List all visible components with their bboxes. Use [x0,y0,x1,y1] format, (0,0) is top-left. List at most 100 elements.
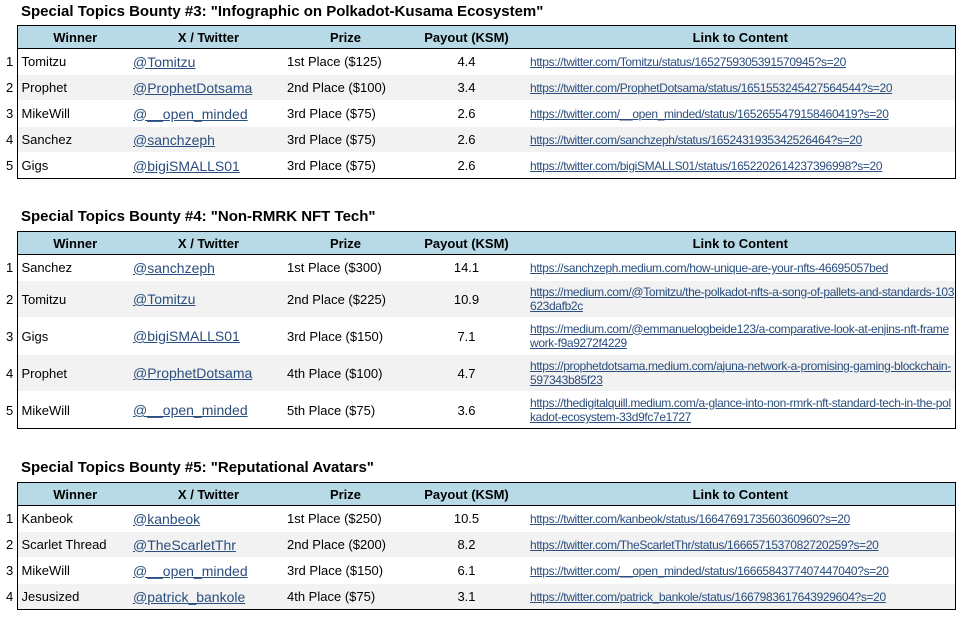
twitter-handle-link[interactable]: @sanchzeph [133,132,215,148]
payout-cell: 3.1 [407,583,526,610]
winner-cell: Prophet [16,354,133,392]
payout-cell: 4.7 [407,354,526,392]
handle-cell: @bigiSMALLS01 [133,317,284,355]
prize-header: Prize [284,25,407,49]
content-link[interactable]: https://thedigitalquill.medium.com/a-gla… [530,396,954,425]
twitter-handle-link[interactable]: @sanchzeph [133,260,215,276]
table-header-row: Winner X / Twitter Prize Payout (KSM) Link t… [0,25,956,49]
prize-header: Prize [284,231,407,255]
twitter-handle-link[interactable]: @Tomitzu [133,291,195,307]
twitter-handle-link[interactable]: @kanbeok [133,511,200,527]
table-row: 1 Tomitzu @Tomitzu 1st Place ($125) 4.4 https… [0,48,956,75]
link-cell: https://twitter.com/ProphetDotsama/statu… [526,74,956,101]
payout-cell: 2.6 [407,152,526,179]
table-header-row: Winner X / Twitter Prize Payout (KSM) Link t… [0,231,956,255]
winner-cell: MikeWill [16,557,133,584]
table-row: 4 Prophet @ProphetDotsama 4th Place ($100) 4… [0,354,956,392]
table-header-row: Winner X / Twitter Prize Payout (KSM) Link t… [0,482,956,506]
prize-header: Prize [284,482,407,506]
twitter-handle-link[interactable]: @__open_minded [133,563,248,579]
prize-cell: 4th Place ($75) [284,583,407,610]
bounty-table: Winner X / Twitter Prize Payout (KSM) Link t… [0,25,956,179]
twitter-handle-link[interactable]: @bigiSMALLS01 [133,328,240,344]
row-number: 1 [0,254,17,281]
link-cell: https://sanchzeph.medium.com/how-unique-… [526,254,956,281]
link-cell: https://thedigitalquill.medium.com/a-gla… [526,391,956,429]
link-cell: https://prophetdotsama.medium.com/ajuna-… [526,354,956,392]
content-link[interactable]: https://medium.com/@Tomitzu/the-polkadot… [530,285,954,314]
table-row: 1 Sanchez @sanchzeph 1st Place ($300) 14.1 ht… [0,254,956,281]
winner-cell: Gigs [16,152,133,179]
twitter-handle-link[interactable]: @__open_minded [133,402,248,418]
content-link[interactable]: https://medium.com/@emmanuelogbeide123/a… [530,322,954,351]
row-number: 2 [0,280,17,318]
winner-cell: Tomitzu [16,280,133,318]
winner-header: Winner [16,231,133,255]
row-number: 2 [0,74,17,101]
payout-cell: 3.4 [407,74,526,101]
prize-cell: 3rd Place ($150) [284,557,407,584]
content-link[interactable]: https://twitter.com/__open_minded/status… [530,107,889,121]
content-link[interactable]: https://prophetdotsama.medium.com/ajuna-… [530,359,954,388]
content-link[interactable]: https://twitter.com/__open_minded/status… [530,564,889,578]
twitter-handle-link[interactable]: @TheScarletThr [133,537,236,553]
content-link[interactable]: https://twitter.com/sanchzeph/status/165… [530,133,862,147]
link-header: Link to Content [526,25,956,49]
twitter-handle-link[interactable]: @Tomitzu [133,54,195,70]
twitter-handle-link[interactable]: @bigiSMALLS01 [133,158,240,174]
prize-cell: 1st Place ($250) [284,505,407,532]
payout-cell: 10.5 [407,505,526,532]
row-number: 3 [0,317,17,355]
content-link[interactable]: https://twitter.com/ProphetDotsama/statu… [530,81,893,95]
winner-cell: Sanchez [16,126,133,153]
table-row: 2 Tomitzu @Tomitzu 2nd Place ($225) 10.9 http… [0,280,956,318]
handle-header: X / Twitter [133,25,284,49]
link-cell: https://twitter.com/__open_minded/status… [526,100,956,127]
content-link[interactable]: https://sanchzeph.medium.com/how-unique-… [530,261,888,275]
prize-cell: 1st Place ($125) [284,48,407,75]
content-link[interactable]: https://twitter.com/Tomitzu/status/16527… [530,55,846,69]
row-index-header [0,25,17,49]
twitter-handle-link[interactable]: @patrick_bankole [133,589,245,605]
row-number: 1 [0,505,17,532]
handle-cell: @Tomitzu [133,280,284,318]
link-cell: https://twitter.com/bigiSMALLS01/status/… [526,152,956,179]
link-cell: https://twitter.com/patrick_bankole/stat… [526,583,956,610]
handle-cell: @patrick_bankole [133,583,284,610]
table-row: 3 MikeWill @__open_minded 3rd Place ($75) 2.… [0,100,956,127]
row-number: 5 [0,391,17,429]
twitter-handle-link[interactable]: @__open_minded [133,106,248,122]
payout-cell: 3.6 [407,391,526,429]
payout-cell: 8.2 [407,531,526,558]
winner-cell: Tomitzu [16,48,133,75]
link-header: Link to Content [526,231,956,255]
handle-cell: @sanchzeph [133,126,284,153]
prize-cell: 3rd Place ($75) [284,152,407,179]
winner-cell: Gigs [16,317,133,355]
twitter-handle-link[interactable]: @ProphetDotsama [133,365,252,381]
row-number: 3 [0,100,17,127]
content-link[interactable]: https://twitter.com/TheScarletThr/status… [530,538,879,552]
handle-cell: @ProphetDotsama [133,354,284,392]
row-number: 3 [0,557,17,584]
payout-cell: 6.1 [407,557,526,584]
payout-cell: 4.4 [407,48,526,75]
handle-cell: @Tomitzu [133,48,284,75]
winner-cell: Jesusized [16,583,133,610]
payout-header: Payout (KSM) [407,482,526,506]
content-link[interactable]: https://twitter.com/bigiSMALLS01/status/… [530,159,883,173]
prize-cell: 3rd Place ($150) [284,317,407,355]
row-number: 4 [0,583,17,610]
content-link[interactable]: https://twitter.com/kanbeok/status/16647… [530,512,850,526]
handle-cell: @__open_minded [133,391,284,429]
payout-cell: 7.1 [407,317,526,355]
content-link[interactable]: https://twitter.com/patrick_bankole/stat… [530,590,886,604]
winner-header: Winner [16,25,133,49]
winner-cell: Scarlet Thread [16,531,133,558]
prize-cell: 2nd Place ($100) [284,74,407,101]
bounty-title: Special Topics Bounty #4: "Non-RMRK NFT … [21,208,376,225]
bounty-title: Special Topics Bounty #5: "Reputational … [21,459,374,476]
table-row: 2 Scarlet Thread @TheScarletThr 2nd Place (… [0,531,956,558]
handle-cell: @__open_minded [133,557,284,584]
twitter-handle-link[interactable]: @ProphetDotsama [133,80,252,96]
